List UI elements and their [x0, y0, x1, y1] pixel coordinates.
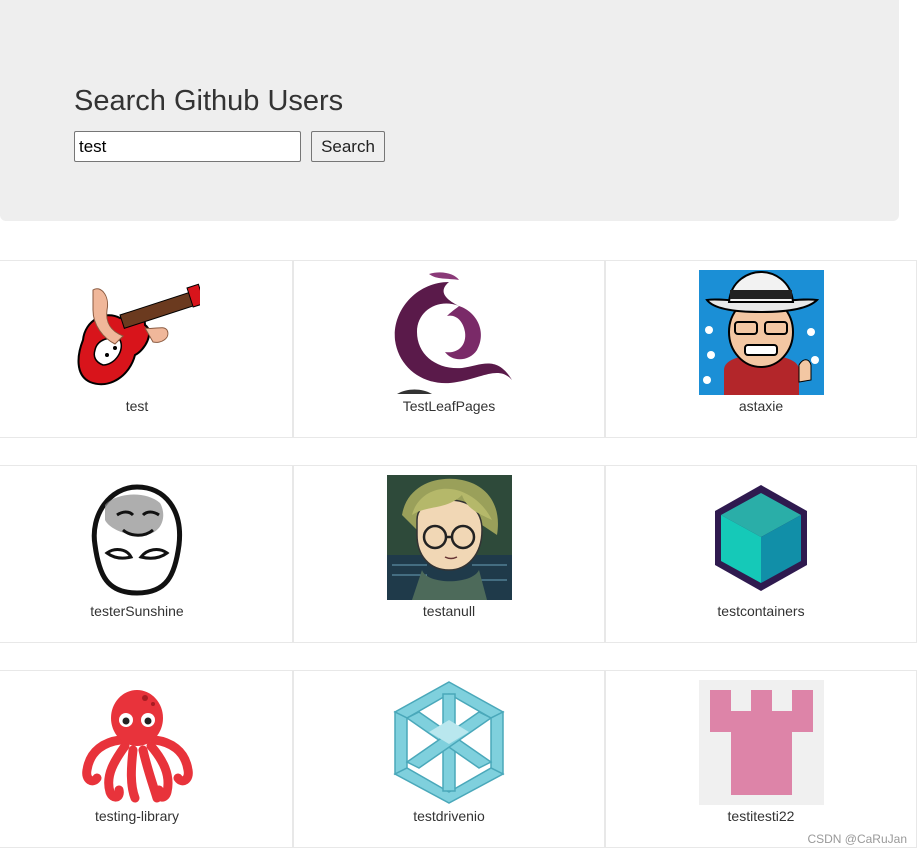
search-input[interactable] — [74, 131, 301, 162]
user-avatar-link[interactable] — [699, 270, 824, 395]
user-card: testdrivenio — [293, 670, 605, 848]
user-login[interactable]: TestLeafPages — [294, 398, 604, 414]
user-login[interactable]: testdrivenio — [294, 808, 604, 824]
page-title: Search Github Users — [74, 85, 344, 117]
user-avatar-link[interactable] — [699, 475, 824, 600]
teal-cube-avatar-icon — [699, 475, 824, 600]
user-card: testanull — [293, 465, 605, 643]
user-login[interactable]: testanull — [294, 603, 604, 619]
user-card: testcontainers — [605, 465, 917, 643]
user-login[interactable]: test — [0, 398, 292, 414]
user-login[interactable]: astaxie — [606, 398, 916, 414]
pink-identicon-avatar-icon — [699, 680, 824, 805]
user-card: TestLeafPages — [293, 260, 605, 438]
user-card: testerSunshine — [0, 465, 293, 643]
meme-face-avatar-icon — [75, 475, 200, 600]
watermark: CSDN @CaRuJan — [807, 832, 907, 846]
guitar-avatar-icon — [75, 270, 200, 395]
user-card: test — [0, 260, 293, 438]
search-button[interactable]: Search — [311, 131, 385, 162]
user-avatar-link[interactable] — [75, 680, 200, 805]
user-avatar-link[interactable] — [387, 270, 512, 395]
swirl-logo-avatar-icon — [387, 270, 512, 395]
user-login[interactable]: testcontainers — [606, 603, 916, 619]
red-octopus-avatar-icon — [75, 680, 200, 805]
search-section: Search Github Users Search — [0, 0, 899, 221]
user-avatar-link[interactable] — [699, 680, 824, 805]
user-login[interactable]: testerSunshine — [0, 603, 292, 619]
user-login[interactable]: testing-library — [0, 808, 292, 824]
user-avatar-link[interactable] — [75, 270, 200, 395]
anime-character-avatar-icon — [387, 475, 512, 600]
user-card: testing-library — [0, 670, 293, 848]
user-avatar-link[interactable] — [387, 680, 512, 805]
user-card: astaxie — [605, 260, 917, 438]
user-card: testitesti22 — [605, 670, 917, 848]
cartoon-cowboy-avatar-icon — [699, 270, 824, 395]
user-avatar-link[interactable] — [75, 475, 200, 600]
user-avatar-link[interactable] — [387, 475, 512, 600]
user-login[interactable]: testitesti22 — [606, 808, 916, 824]
impossible-cube-avatar-icon — [387, 680, 512, 805]
